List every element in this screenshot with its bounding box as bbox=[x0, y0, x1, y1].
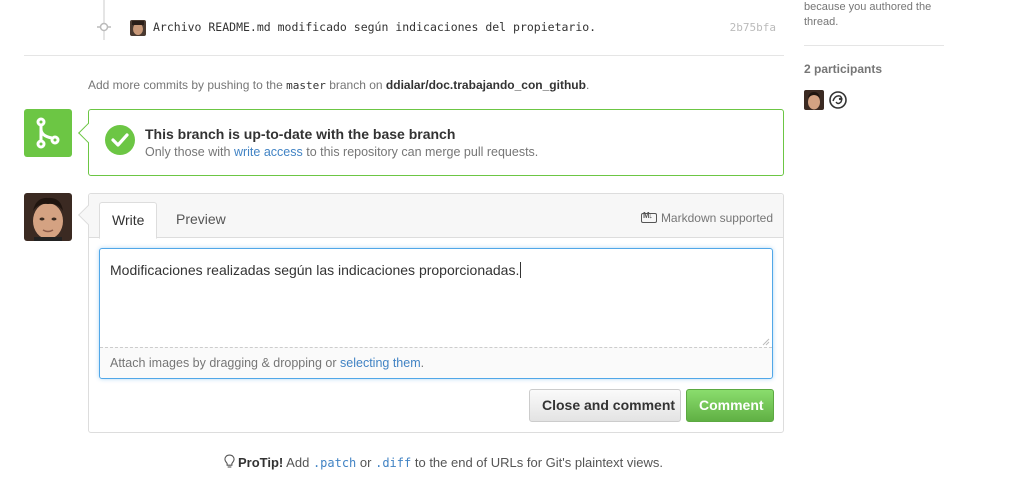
patch-code: .patch bbox=[312, 456, 357, 470]
comment-form: Write Preview Markdown supported Modific… bbox=[88, 193, 784, 433]
branch-name: master bbox=[286, 79, 326, 92]
push-hint-prefix: Add more commits by pushing to the bbox=[88, 78, 283, 92]
user-avatar[interactable] bbox=[24, 193, 72, 241]
merge-status-desc: Only those with write access to this rep… bbox=[145, 145, 538, 159]
attach-images-strip[interactable]: Attach images by dragging & dropping or … bbox=[100, 338, 772, 378]
comment-form-tabs: Write Preview Markdown supported bbox=[89, 194, 783, 239]
participant-avatar[interactable] bbox=[804, 90, 824, 110]
text-caret bbox=[520, 262, 522, 278]
attach-prefix: Attach images by dragging & dropping or bbox=[110, 356, 337, 370]
commit-sha[interactable]: 2b75bfa bbox=[730, 21, 776, 34]
comment-button[interactable]: Comment bbox=[686, 389, 774, 422]
write-access-link[interactable]: write access bbox=[234, 145, 303, 159]
push-hint: Add more commits by pushing to the maste… bbox=[88, 78, 589, 92]
commit-author-avatar[interactable] bbox=[130, 20, 146, 36]
push-hint-suffix: . bbox=[585, 78, 590, 92]
repo-name: ddialar/doc.trabajando_con_github bbox=[385, 78, 586, 92]
markdown-note[interactable]: Markdown supported bbox=[640, 211, 773, 225]
diff-code: .diff bbox=[375, 456, 412, 470]
commit-message[interactable]: Archivo README.md modificado según indic… bbox=[153, 20, 596, 34]
check-icon bbox=[105, 125, 135, 155]
participant-avatar[interactable] bbox=[828, 90, 848, 110]
diff-link[interactable]: .diff bbox=[375, 455, 411, 470]
merge-status-box: This branch is up-to-date with the base … bbox=[88, 109, 784, 176]
merge-desc-suffix: to this repository can merge pull reques… bbox=[306, 145, 539, 159]
selecting-them-link[interactable]: selecting them bbox=[340, 356, 421, 370]
comment-textarea[interactable]: Modificaciones realizadas según las indi… bbox=[99, 248, 773, 379]
patch-link[interactable]: .patch bbox=[313, 455, 356, 470]
attach-suffix: . bbox=[420, 356, 425, 370]
comment-text[interactable]: Modificaciones realizadas según las indi… bbox=[110, 262, 522, 278]
divider bbox=[24, 55, 784, 56]
resize-grip-icon[interactable] bbox=[761, 337, 770, 346]
push-hint-middle: branch on bbox=[329, 78, 383, 92]
protip-label: ProTip! bbox=[238, 455, 284, 470]
tab-write[interactable]: Write bbox=[99, 202, 158, 239]
attach-hint: Attach images by dragging & dropping or … bbox=[110, 356, 424, 370]
tab-preview[interactable]: Preview bbox=[164, 202, 238, 239]
merge-status-title: This branch is up-to-date with the base … bbox=[145, 126, 456, 142]
notification-reason: because you authored the thread. bbox=[804, 1, 932, 28]
close-and-comment-button[interactable]: Close and comment bbox=[529, 389, 681, 422]
git-branch-icon bbox=[36, 117, 60, 149]
markdown-note-label: Markdown supported bbox=[660, 211, 773, 225]
protip: ProTip! Add .patch or .diff to the end o… bbox=[224, 454, 663, 470]
light-bulb-icon bbox=[224, 454, 235, 468]
participants-title: 2 participants bbox=[804, 62, 883, 76]
markdown-icon bbox=[640, 211, 657, 223]
merge-desc-prefix: Only those with bbox=[145, 145, 231, 159]
comment-text-value: Modificaciones realizadas según las indi… bbox=[110, 262, 520, 278]
merge-status-icon-box bbox=[24, 109, 72, 157]
protip-suffix: to the end of URLs for Git's plaintext v… bbox=[414, 455, 664, 470]
git-commit-icon bbox=[97, 22, 111, 32]
protip-or: or bbox=[359, 455, 372, 470]
sidebar-divider bbox=[804, 45, 944, 46]
commit-row: Archivo README.md modificado según indic… bbox=[88, 0, 782, 40]
protip-prefix: Add bbox=[286, 455, 310, 470]
